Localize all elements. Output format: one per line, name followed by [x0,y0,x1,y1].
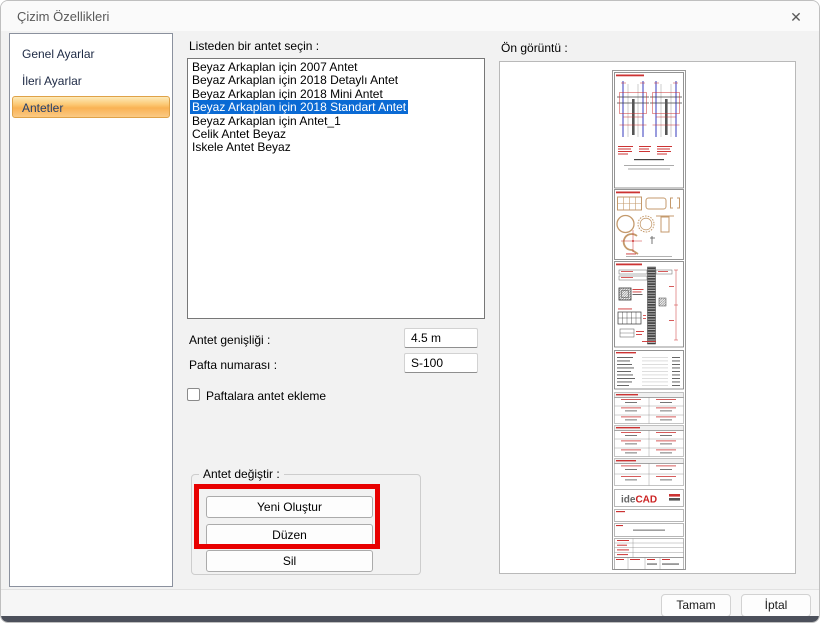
idecad-logo: ideCAD [621,495,657,506]
list-item[interactable]: Beyaz Arkaplan için 2007 Antet [190,60,484,74]
cancel-button[interactable]: İptal [741,594,811,617]
antet-width-input[interactable] [404,328,478,348]
list-item[interactable]: Iskele Antet Beyaz [190,141,484,154]
close-button[interactable]: ✕ [783,5,809,29]
preview-panel: ideCAD [499,61,796,574]
ok-button[interactable]: Tamam [661,594,731,617]
window-bottom-edge [1,616,819,622]
antet-list-label: Listeden bir antet seçin : [189,39,320,53]
add-antet-checkbox-label: Paftalara antet ekleme [206,389,327,403]
sidebar: Genel Ayarlar İleri Ayarlar Antetler [9,33,173,587]
sheet-number-label: Pafta numarası : [189,358,278,372]
sidebar-item-antetler[interactable]: Antetler [12,96,170,118]
titlebar: Çizim Özellikleri ✕ [1,1,819,31]
list-item-selected[interactable]: Beyaz Arkaplan için 2018 Standart Antet [190,100,484,115]
add-antet-checkbox[interactable] [187,388,200,401]
antet-listbox[interactable]: Beyaz Arkaplan için 2007 Antet Beyaz Ark… [187,58,485,319]
list-item[interactable]: Beyaz Arkaplan için Antet_1 [190,114,484,128]
drawing-properties-dialog: Çizim Özellikleri ✕ Genel Ayarlar İleri … [0,0,820,623]
sidebar-item-label: İleri Ayarlar [22,74,82,88]
sidebar-item-ileri-ayarlar[interactable]: İleri Ayarlar [12,69,170,91]
preview-label: Ön görüntü : [501,41,568,55]
list-item[interactable]: Celik Antet Beyaz [190,127,484,141]
sidebar-item-label: Genel Ayarlar [22,47,95,61]
sheet-number-input[interactable] [404,353,478,373]
delete-button[interactable]: Sil [206,550,373,572]
antet-width-label: Antet genişliği : [189,333,271,347]
sidebar-item-label: Antetler [22,101,64,115]
create-new-button[interactable]: Yeni Oluştur [206,496,373,518]
close-icon: ✕ [790,9,802,25]
antet-change-group-label: Antet değiştir : [199,467,284,481]
antet-preview-drawing: ideCAD [612,70,686,570]
edit-button[interactable]: Düzen [206,524,373,546]
list-item[interactable]: Beyaz Arkaplan için 2018 Mini Antet [190,87,484,101]
sidebar-item-genel-ayarlar[interactable]: Genel Ayarlar [12,42,170,64]
dialog-title: Çizim Özellikleri [17,9,110,24]
list-item[interactable]: Beyaz Arkaplan için 2018 Detaylı Antet [190,74,484,87]
